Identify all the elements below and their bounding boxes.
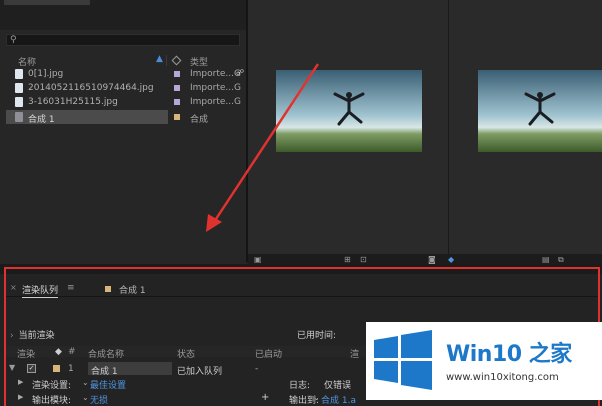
windows-logo-icon (374, 330, 432, 390)
jumping-person-figure (333, 92, 365, 126)
project-search-input[interactable]: ⚲ (6, 34, 240, 46)
watermark: Win10 之家 www.win10xitong.com (366, 322, 602, 400)
project-item[interactable]: 0[1].jpg Importe...G ☍ (6, 67, 244, 81)
view-layout-icon[interactable]: ▤ (542, 255, 550, 264)
color-channel-icon[interactable]: ◆ (448, 255, 454, 264)
composition-icon (15, 112, 23, 122)
project-thumbnail-area (0, 0, 246, 30)
watermark-url: www.win10xitong.com (446, 372, 559, 383)
project-item-name: 0[1].jpg (28, 69, 64, 79)
project-panel: ⚲ 名称 ▲ 类型 0[1].jpg Importe...G ☍ 2014052… (0, 0, 246, 264)
column-divider (166, 55, 167, 66)
sort-ascending-icon[interactable]: ▲ (156, 54, 163, 64)
grid-icon[interactable]: ⊞ (344, 255, 351, 264)
project-item-type: Importe...G (190, 83, 241, 93)
label-tag-icon[interactable] (171, 55, 182, 66)
label-color-swatch[interactable] (174, 71, 180, 77)
project-item-name: 合成 1 (28, 115, 55, 125)
viewer-toolbar: ▣ ⊞ ⊡ ◙ ◆ ▤ ⧉ (248, 254, 602, 264)
project-column-header: 名称 ▲ 类型 (6, 54, 240, 68)
jumping-person-figure (524, 92, 556, 126)
image-file-icon (15, 69, 23, 79)
project-item-name: 3-16031H25115.jpg (28, 97, 118, 107)
composition-preview-image (276, 70, 422, 152)
image-file-icon (15, 97, 23, 107)
camera-icon[interactable]: ◙ (428, 255, 436, 264)
project-item[interactable]: 3-16031H25115.jpg Importe...G (6, 95, 241, 109)
label-color-swatch[interactable] (174, 85, 180, 91)
snapshot-icon[interactable]: ▣ (254, 255, 262, 264)
project-item-type: Importe...G (190, 69, 241, 79)
search-icon: ⚲ (10, 35, 17, 45)
project-item-type: Importe...G (190, 97, 241, 107)
composition-preview-image (478, 70, 602, 152)
network-icon: ☍ (236, 68, 245, 77)
project-item-type: 合成 (190, 115, 209, 125)
safe-zone-icon[interactable]: ⊡ (360, 255, 367, 264)
panel-tab[interactable] (4, 0, 90, 5)
project-item-name: 2014052116510974464.jpg (28, 83, 154, 93)
project-item-selected[interactable]: 合成 1 (6, 110, 168, 125)
label-color-swatch[interactable] (174, 114, 180, 120)
project-item[interactable]: 2014052116510974464.jpg Importe...G (6, 81, 241, 95)
label-color-swatch[interactable] (174, 99, 180, 105)
watermark-brand: Win10 之家 (446, 342, 572, 367)
viewer-divider (448, 0, 449, 262)
image-file-icon (15, 83, 23, 93)
